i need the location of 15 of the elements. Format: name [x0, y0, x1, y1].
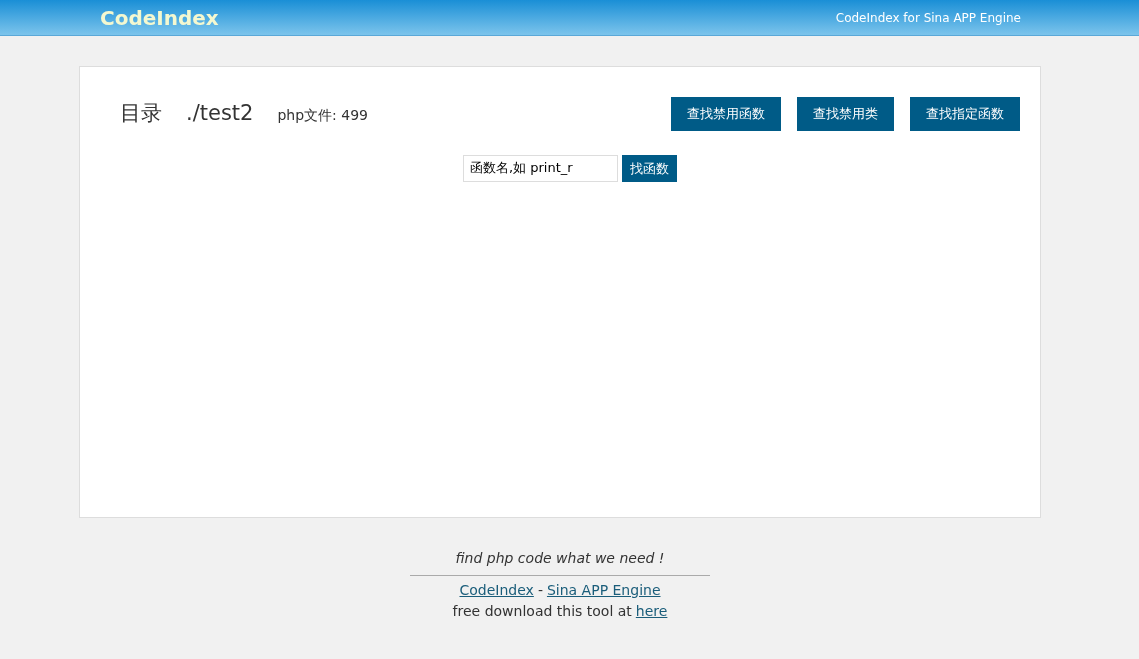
- download-link[interactable]: here: [635, 601, 668, 622]
- search-action-button[interactable]: 查找禁用类: [797, 97, 894, 131]
- sina-app-engine-link[interactable]: Sina APP Engine: [546, 580, 661, 601]
- footer-slogan: find php code what we need !: [454, 549, 666, 568]
- directory-label: 目录: [120, 100, 162, 127]
- codeindex-link[interactable]: CodeIndex: [459, 580, 534, 601]
- function-search-field[interactable]: 函数名,如 print_r: [463, 154, 618, 182]
- directory-path: ./test2: [186, 100, 254, 127]
- find-function-button[interactable]: 找函数: [622, 154, 677, 182]
- file-count: php文件: 499: [277, 106, 368, 126]
- search-action-button[interactable]: 查找禁用函数: [671, 97, 781, 131]
- download-text: free download this tool at: [452, 602, 632, 621]
- link-separator: -: [537, 581, 543, 600]
- site-tagline: CodeIndex for Sina APP Engine: [835, 9, 1021, 27]
- search-action-button[interactable]: 查找指定函数: [910, 97, 1020, 131]
